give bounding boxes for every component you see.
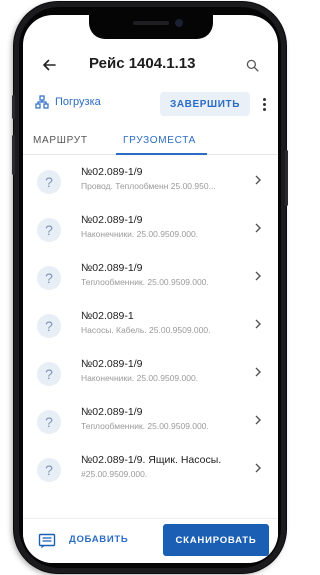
hierarchy-icon	[35, 95, 49, 109]
list-item[interactable]: ? №02.089-1/9 Теплообменник. 25.00.9509.…	[23, 254, 278, 300]
list-item[interactable]: ? №02.089-1/9. Ящик. Насосы. #25.00.9509…	[23, 446, 278, 492]
finish-button[interactable]: ЗАВЕРШИТЬ	[160, 92, 250, 116]
search-icon	[246, 59, 259, 72]
status-label: Погрузка	[55, 96, 101, 108]
item-subtitle: #25.00.9509.000.	[81, 469, 148, 479]
chevron-right-icon	[255, 223, 261, 233]
tab-indicator	[116, 153, 207, 155]
item-subtitle: Теплообменник. 25.00.9509.000.	[81, 421, 209, 431]
item-title: №02.089-1/9	[81, 406, 143, 418]
notes-button[interactable]	[33, 527, 61, 555]
phone-side-button	[12, 95, 15, 119]
item-title: №02.089-1/9	[81, 262, 143, 274]
item-title: №02.089-1/9	[81, 358, 143, 370]
app-bar: Рейс 1404.1.13	[23, 45, 278, 85]
list-item[interactable]: ? №02.089-1/9 Наконечники. 25.00.9509.00…	[23, 350, 278, 396]
list-item[interactable]: ? №02.089-1/9 Наконечники. 25.00.9509.00…	[23, 206, 278, 252]
unknown-status-icon: ?	[37, 170, 61, 194]
item-title: №02.089-1/9	[81, 214, 143, 226]
notes-icon	[38, 533, 56, 549]
list-item[interactable]: ? №02.089-1/9 Провод. Теплообменн 25.00.…	[23, 158, 278, 204]
item-subtitle: Насосы. Кабель. 25.00.9509.000.	[81, 325, 211, 335]
scan-button[interactable]: СКАНИРОВАТЬ	[163, 524, 269, 556]
item-subtitle: Наконечники. 25.00.9509.000.	[81, 373, 199, 383]
unknown-status-icon: ?	[37, 218, 61, 242]
item-subtitle: Наконечники. 25.00.9509.000.	[81, 229, 199, 239]
item-title: №02.089-1/9	[81, 166, 143, 178]
camera	[174, 19, 183, 27]
notch	[88, 15, 213, 39]
chevron-right-icon	[255, 271, 261, 281]
tab-bar: МАРШРУТ ГРУЗОМЕСТА	[23, 127, 278, 155]
speaker	[132, 21, 169, 25]
tab-route[interactable]: МАРШРУТ	[33, 135, 88, 146]
unknown-status-icon: ?	[37, 458, 61, 482]
unknown-status-icon: ?	[37, 410, 61, 434]
unknown-status-icon: ?	[37, 362, 61, 386]
chevron-right-icon	[255, 175, 261, 185]
chevron-right-icon	[255, 319, 261, 329]
back-button[interactable]	[35, 51, 63, 79]
phone-volume-button	[12, 135, 15, 175]
chevron-right-icon	[255, 367, 261, 377]
status-row: Погрузка ЗАВЕРШИТЬ	[23, 87, 278, 121]
list-item[interactable]: ? №02.089-1 Насосы. Кабель. 25.00.9509.0…	[23, 302, 278, 348]
unknown-status-icon: ?	[37, 314, 61, 338]
item-title: №02.089-1/9. Ящик. Насосы.	[81, 454, 222, 466]
add-button[interactable]: ДОБАВИТЬ	[69, 534, 128, 545]
more-vertical-icon[interactable]	[256, 93, 272, 115]
chevron-right-icon	[255, 463, 261, 473]
phone-power-button	[285, 150, 288, 206]
status-indicator[interactable]: Погрузка	[35, 95, 101, 109]
search-button[interactable]	[238, 51, 266, 79]
app-screen: Рейс 1404.1.13 Погрузка ЗАВЕРШИТЬ МАРШРУ…	[23, 15, 278, 563]
item-subtitle: Теплообменник. 25.00.9509.000.	[81, 277, 209, 287]
item-subtitle: Провод. Теплообменн 25.00.950...	[81, 181, 216, 191]
page-title: Рейс 1404.1.13	[89, 55, 196, 72]
chevron-right-icon	[255, 415, 261, 425]
list-item[interactable]: ? №02.089-1/9 Теплообменник. 25.00.9509.…	[23, 398, 278, 444]
unknown-status-icon: ?	[37, 266, 61, 290]
tab-cargo[interactable]: ГРУЗОМЕСТА	[123, 135, 196, 146]
arrow-left-icon	[43, 59, 56, 71]
bottom-action-bar: ДОБАВИТЬ СКАНИРОВАТЬ	[23, 518, 278, 563]
item-title: №02.089-1	[81, 310, 134, 322]
